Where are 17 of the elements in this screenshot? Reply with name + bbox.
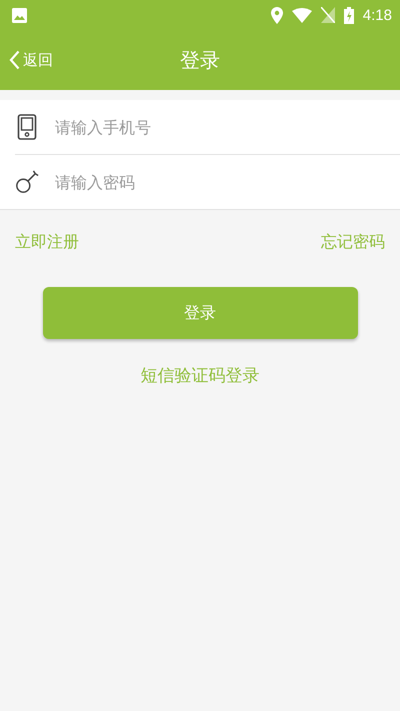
signal-icon	[320, 7, 335, 23]
page-title: 登录	[180, 46, 220, 74]
wifi-icon	[292, 8, 312, 22]
location-icon	[270, 6, 283, 24]
phone-field[interactable]: 请输入手机号	[55, 118, 400, 136]
password-field[interactable]: 请输入密码	[55, 172, 400, 192]
phone-icon	[17, 114, 37, 140]
chevron-left-icon	[9, 50, 20, 70]
sms-login-link[interactable]: 短信验证码登录	[134, 363, 266, 388]
battery-icon	[344, 6, 354, 24]
back-button[interactable]: 返回	[0, 49, 59, 71]
status-time: 4:18	[362, 6, 392, 24]
register-link[interactable]: 立即注册	[15, 232, 79, 253]
forgot-password-link[interactable]: 忘记密码	[321, 232, 385, 253]
key-icon	[15, 169, 39, 195]
login-button[interactable]: 登录	[42, 287, 358, 339]
image-icon	[12, 8, 27, 22]
